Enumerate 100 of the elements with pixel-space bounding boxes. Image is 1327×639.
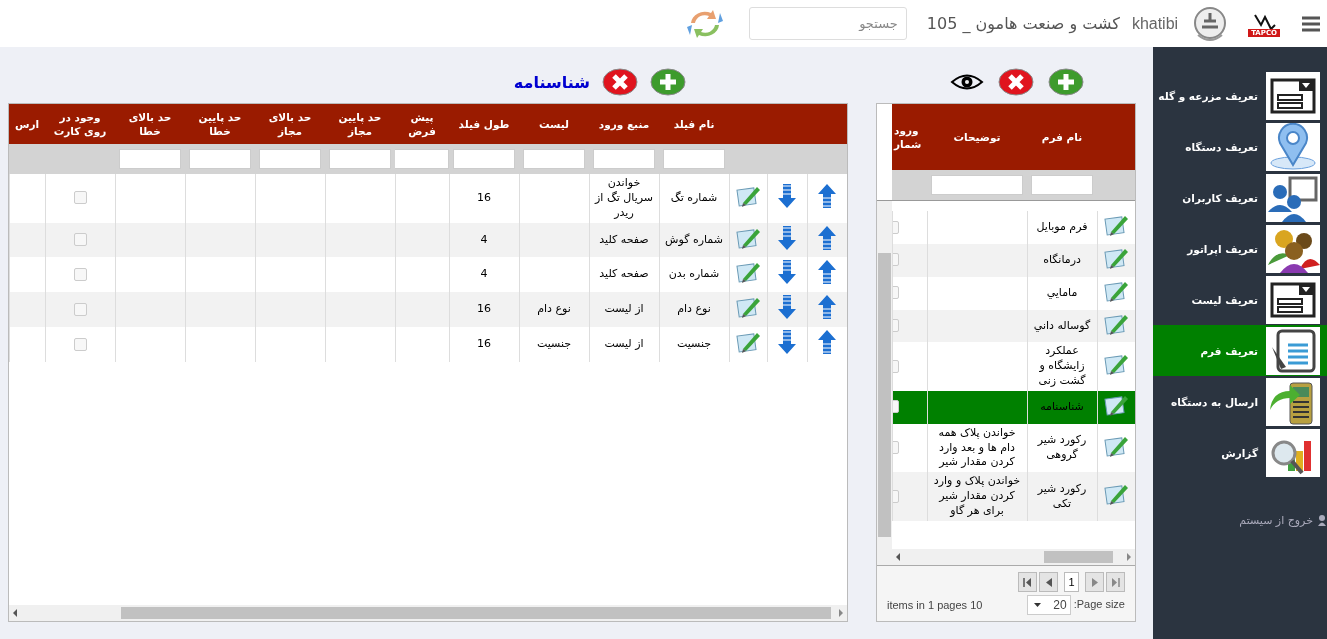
edit-icon[interactable] — [735, 330, 761, 355]
search-field[interactable]: جستجو — [748, 7, 907, 40]
table-cell: 16 — [477, 337, 491, 351]
table-cell: خواندن پلاک و وارد کردن مقدار شیر برای هر گاو — [933, 474, 1021, 517]
table-cell: نوع دام — [677, 302, 711, 316]
filter-field[interactable] — [523, 149, 585, 169]
caret-icon[interactable] — [1034, 603, 1042, 607]
up-arrow-icon[interactable] — [817, 259, 838, 286]
add-icon[interactable] — [650, 68, 686, 96]
filter-field[interactable] — [395, 149, 449, 169]
next-page-button[interactable] — [1085, 572, 1104, 592]
down-arrow-icon[interactable] — [777, 224, 797, 251]
table-cell: نوع دام — [537, 302, 571, 316]
last-page-button[interactable] — [1106, 572, 1125, 592]
emblem-icon — [1192, 4, 1229, 43]
filter-field[interactable] — [663, 149, 725, 169]
filter-field[interactable] — [593, 149, 655, 169]
menu-icon[interactable] — [1302, 15, 1320, 32]
filter-field[interactable] — [931, 175, 1023, 195]
table-row[interactable]: رکورد شير گروهی خواندن پلاک همه دام ها و بعد وارد کردن مقدار شیر — [892, 423, 1135, 473]
user-name: khatibi — [1131, 14, 1179, 33]
last-page-icon[interactable] — [1111, 577, 1120, 587]
table-cell: 4 — [480, 232, 488, 246]
edit-icon[interactable] — [1103, 213, 1130, 237]
table-cell: 4 — [480, 267, 488, 281]
refresh-icon[interactable] — [684, 8, 725, 39]
logout-link[interactable]: خروج از سیستم — [1153, 514, 1327, 527]
filter-field[interactable] — [189, 149, 251, 169]
table-cell: شماره بدن — [668, 267, 720, 281]
delete-icon[interactable] — [602, 68, 638, 96]
sidebar-item[interactable]: گزارش — [1153, 427, 1327, 478]
table-row[interactable]: مامايي — [892, 276, 1135, 310]
sidebar-item[interactable]: ارسال به دستگاه — [1153, 376, 1327, 427]
eye-icon[interactable] — [950, 72, 984, 92]
company-name: کشت و صنعت هامون _ 105 — [926, 14, 1120, 33]
table-cell: رکورد شير تکی — [1037, 481, 1087, 510]
sidebar-item[interactable]: تعریف مزرعه و گله — [1153, 70, 1327, 121]
table-cell: مامايي — [1046, 285, 1078, 299]
up-arrow-icon[interactable] — [817, 294, 838, 321]
checkbox[interactable] — [73, 233, 87, 247]
add-icon[interactable] — [1048, 68, 1084, 96]
down-arrow-icon[interactable] — [777, 329, 797, 356]
table-cell: از لیست — [604, 302, 644, 316]
first-page-icon[interactable] — [1023, 577, 1032, 587]
person-icon — [1318, 515, 1326, 526]
table-cell: صفحه کلید — [599, 267, 649, 281]
panel-title: شناسنامه — [513, 72, 590, 92]
scrollbar[interactable] — [9, 605, 847, 621]
table-row[interactable]: شناسنامه — [892, 390, 1135, 424]
checkbox[interactable] — [73, 191, 87, 205]
edit-icon[interactable] — [1103, 482, 1130, 507]
down-arrow-icon[interactable] — [777, 182, 797, 209]
table-cell: درمانگاه — [1043, 252, 1081, 266]
filter-field[interactable] — [329, 149, 391, 169]
scrollbar[interactable] — [877, 549, 1135, 565]
next-page-icon[interactable] — [1091, 577, 1098, 587]
edit-icon[interactable] — [1103, 352, 1130, 377]
up-arrow-icon[interactable] — [817, 224, 838, 251]
checkbox[interactable] — [73, 267, 87, 281]
table-cell: شماره تگ — [670, 190, 718, 204]
table-cell: خواندن پلاک همه دام ها و بعد وارد کردن مقدار شیر — [938, 425, 1016, 469]
table-cell: جنسیت — [676, 337, 712, 351]
first-page-button[interactable] — [1018, 572, 1037, 592]
sidebar-item[interactable]: تعریف اپراتور — [1153, 223, 1327, 274]
delete-icon[interactable] — [998, 68, 1034, 96]
pager-summary: items in 1 pages 10 — [887, 599, 983, 611]
down-arrow-icon[interactable] — [777, 294, 797, 321]
filter-field[interactable] — [453, 149, 515, 169]
sidebar-item[interactable]: تعریف کاربران — [1153, 172, 1327, 223]
page-number[interactable]: 1 — [1064, 572, 1079, 592]
sidebar-item[interactable]: تعریف دستگاه — [1153, 121, 1327, 172]
up-arrow-icon[interactable] — [817, 182, 838, 209]
table-row[interactable]: درمانگاه — [892, 243, 1135, 277]
table-row[interactable]: گوساله داني — [892, 309, 1135, 343]
table-cell: 16 — [477, 302, 491, 316]
table-cell: شناسنامه — [1040, 399, 1084, 413]
table-cell: خواندن سریال تگ از ریدر — [595, 176, 653, 219]
table-row[interactable]: عملکرد زایشگاه و گشت زنی — [892, 342, 1135, 391]
filter-field[interactable] — [259, 149, 321, 169]
up-arrow-icon[interactable] — [817, 329, 838, 356]
page-size-dropdown[interactable]: 20 — [1027, 595, 1071, 615]
previous-page-button[interactable] — [1039, 572, 1058, 592]
scrollbar[interactable] — [877, 201, 892, 549]
sidebar-item[interactable]: تعریف فرم — [1153, 325, 1327, 376]
edit-icon[interactable] — [735, 295, 761, 320]
table-cell: شماره گوش — [665, 232, 723, 246]
checkbox[interactable] — [73, 302, 87, 316]
table-cell: صفحه کلید — [599, 232, 649, 246]
edit-icon[interactable] — [735, 260, 761, 285]
down-arrow-icon[interactable] — [777, 259, 797, 286]
previous-page-icon[interactable] — [1045, 577, 1052, 587]
checkbox[interactable] — [73, 337, 87, 351]
sidebar-item[interactable]: تعریف لیست — [1153, 274, 1327, 325]
table-cell: جنسیت — [536, 337, 572, 351]
page-size-label: :Page size — [1073, 597, 1125, 610]
filter-field[interactable] — [1031, 175, 1093, 195]
table-cell: از لیست — [604, 337, 644, 351]
filter-field[interactable] — [119, 149, 181, 169]
table-row[interactable]: فرم موبايل — [892, 211, 1135, 244]
table-row[interactable]: رکورد شير تکی خواندن پلاک و وارد کردن مقدار شیر برای هر گاو — [892, 472, 1135, 521]
